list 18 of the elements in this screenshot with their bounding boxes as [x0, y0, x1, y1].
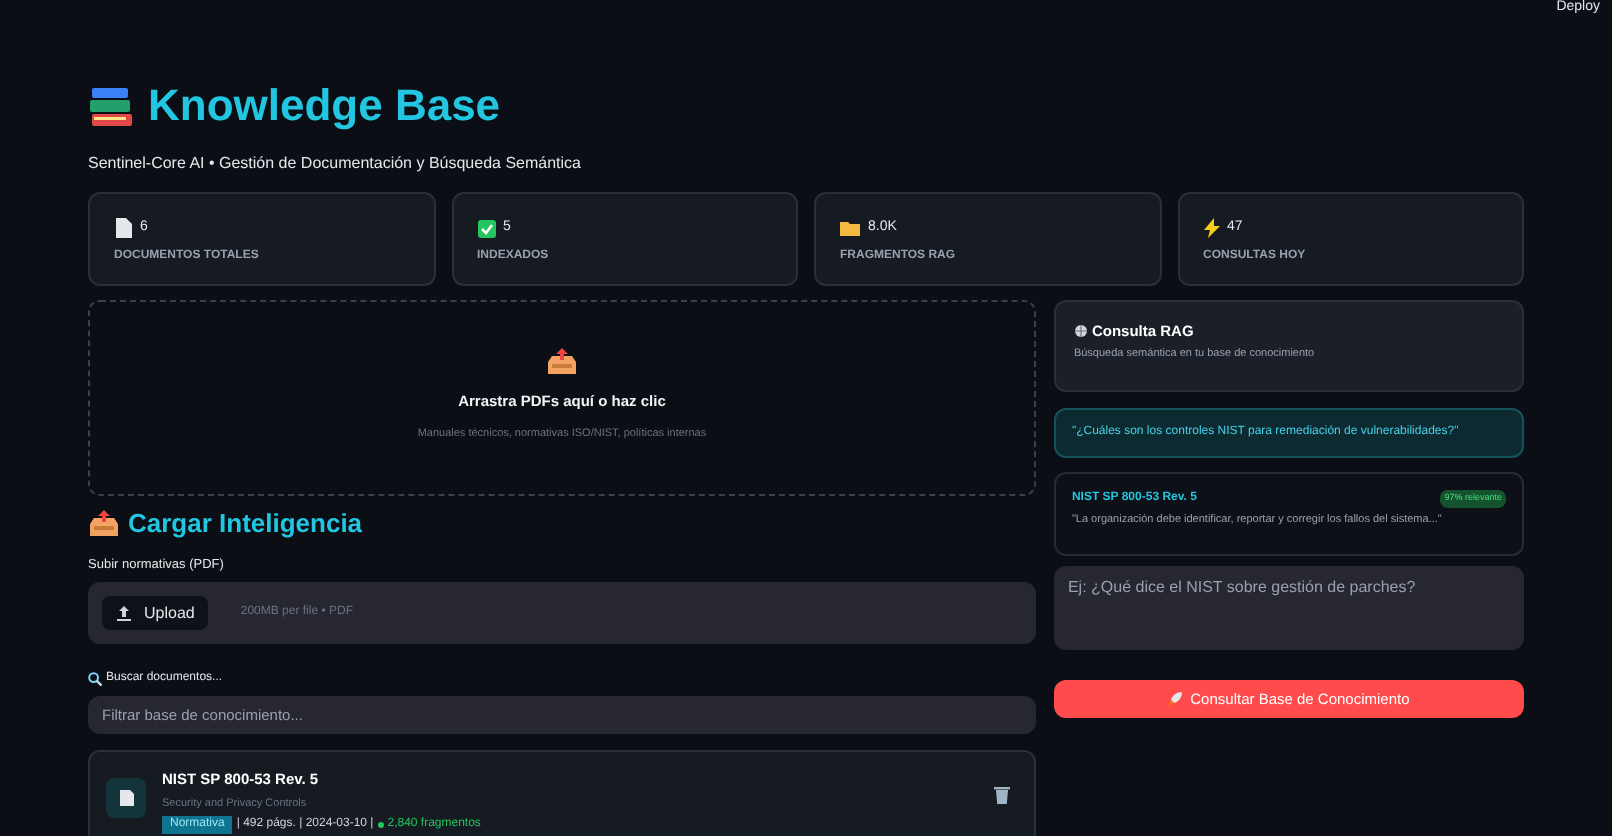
lightning-icon: [1203, 218, 1219, 239]
checkmark-icon: [477, 219, 495, 238]
trash-icon[interactable]: [993, 786, 1010, 805]
globe-icon: [1073, 324, 1088, 339]
query-field[interactable]: Ej: ¿Qué dice el NIST sobre gestión de parches?: [1053, 566, 1524, 650]
folder-icon: [840, 220, 860, 237]
books-icon: [88, 84, 136, 128]
page-subtitle: Sentinel-Core AI • Gestión de Documentación y Búsqueda Semántica: [88, 152, 583, 176]
upload-tray-icon: [88, 507, 120, 540]
upload-icon: [116, 605, 132, 622]
upload-tray-icon: [545, 346, 578, 378]
page-title: Knowledge Base: [148, 84, 501, 128]
document-icon: [114, 218, 132, 239]
document-icon: [106, 778, 146, 819]
search-icon: [88, 672, 102, 687]
section-heading: Cargar Inteligencia: [128, 506, 363, 542]
rocket-icon: [1168, 692, 1183, 706]
upload-button[interactable]: Upload: [102, 596, 209, 631]
